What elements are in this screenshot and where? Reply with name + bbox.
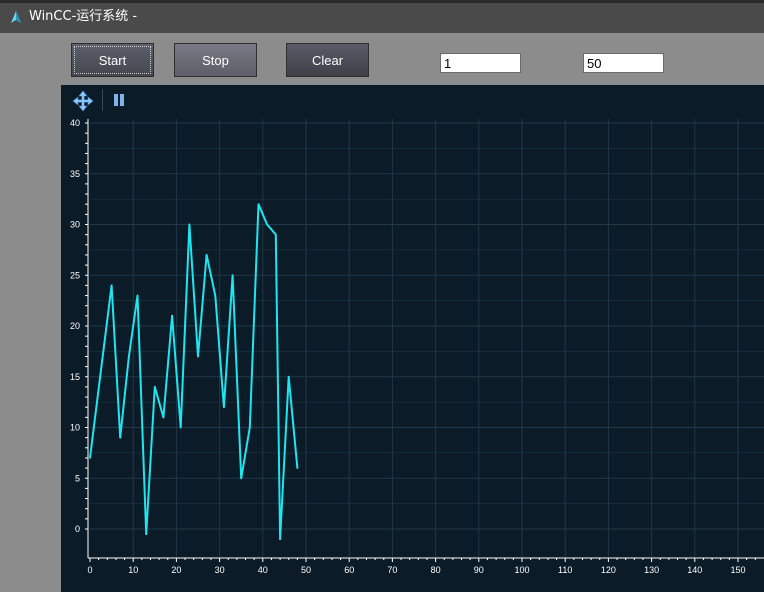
data-point — [145, 533, 147, 535]
data-point — [214, 294, 217, 297]
data-point — [89, 457, 91, 459]
trend-chart: 0 5 10 15 20 25 30 35 40 0 10 20 30 40 50 60 70 80 90 100 11… — [61, 85, 764, 592]
x-tick-label: 140 — [687, 565, 702, 575]
title-bar-edge — [0, 0, 764, 3]
data-point — [162, 416, 165, 419]
y-tick-label: 20 — [70, 321, 80, 331]
data-point — [128, 355, 130, 358]
y-tick-label: 35 — [70, 169, 80, 179]
stop-button[interactable]: Stop — [174, 43, 257, 77]
data-point — [274, 233, 277, 236]
x-tick-label: 10 — [128, 565, 138, 575]
x-tick-label: 80 — [431, 565, 441, 575]
y-tick-label: 5 — [75, 473, 80, 483]
data-point — [257, 203, 260, 205]
pause-icon[interactable] — [112, 93, 126, 107]
y-tick-label: 0 — [75, 524, 80, 534]
x-tick-label: 70 — [387, 565, 397, 575]
range-max-input[interactable] — [583, 53, 664, 73]
data-point — [136, 294, 139, 297]
data-series-line — [89, 203, 299, 541]
y-tick-label: 10 — [70, 423, 80, 433]
control-toolbar: Start Stop Clear — [0, 33, 764, 85]
x-tick-label: 20 — [171, 565, 181, 575]
x-tick-label: 30 — [215, 565, 225, 575]
x-tick-label: 0 — [87, 565, 92, 575]
x-tick-label: 90 — [474, 565, 484, 575]
data-point — [197, 355, 199, 358]
chart-plot-area: 0 5 10 15 20 25 30 35 40 0 10 20 30 40 50 60 70 80 90 100 11… — [70, 118, 764, 575]
data-point — [296, 467, 299, 469]
data-point — [119, 436, 122, 439]
y-tick-label: 30 — [70, 220, 80, 230]
y-tick-label: 25 — [70, 270, 80, 280]
data-point — [205, 254, 208, 256]
data-point — [231, 274, 234, 277]
toolbar-separator — [102, 89, 103, 111]
data-point — [249, 426, 251, 429]
x-tick-label: 130 — [644, 565, 659, 575]
x-tick-label: 120 — [601, 565, 616, 575]
x-tick-label: 50 — [301, 565, 311, 575]
x-tick-label: 150 — [730, 565, 745, 575]
range-min-input[interactable] — [440, 53, 521, 73]
data-point — [188, 223, 191, 226]
x-tick-label: 110 — [558, 565, 572, 575]
start-button[interactable]: Start — [71, 43, 154, 77]
data-point — [223, 406, 225, 409]
data-point — [279, 538, 281, 540]
data-point — [266, 223, 268, 226]
x-tick-label: 60 — [344, 565, 354, 575]
y-tick-label: 15 — [70, 372, 80, 382]
data-point — [110, 284, 113, 287]
x-tick-label: 100 — [514, 565, 529, 575]
x-tick-label: 40 — [258, 565, 268, 575]
data-point — [179, 426, 182, 429]
wincc-logo-icon — [11, 11, 21, 23]
window-title: WinCC-运行系统 - — [29, 9, 138, 24]
data-point — [287, 375, 290, 378]
clear-button[interactable]: Clear — [286, 43, 369, 77]
move-icon[interactable] — [72, 90, 94, 112]
title-bar: WinCC-运行系统 - — [0, 0, 764, 33]
data-point — [240, 477, 242, 480]
data-point — [171, 315, 173, 317]
chart-toolbar — [61, 85, 764, 115]
y-tick-label: 40 — [70, 118, 80, 128]
data-point — [154, 386, 156, 388]
